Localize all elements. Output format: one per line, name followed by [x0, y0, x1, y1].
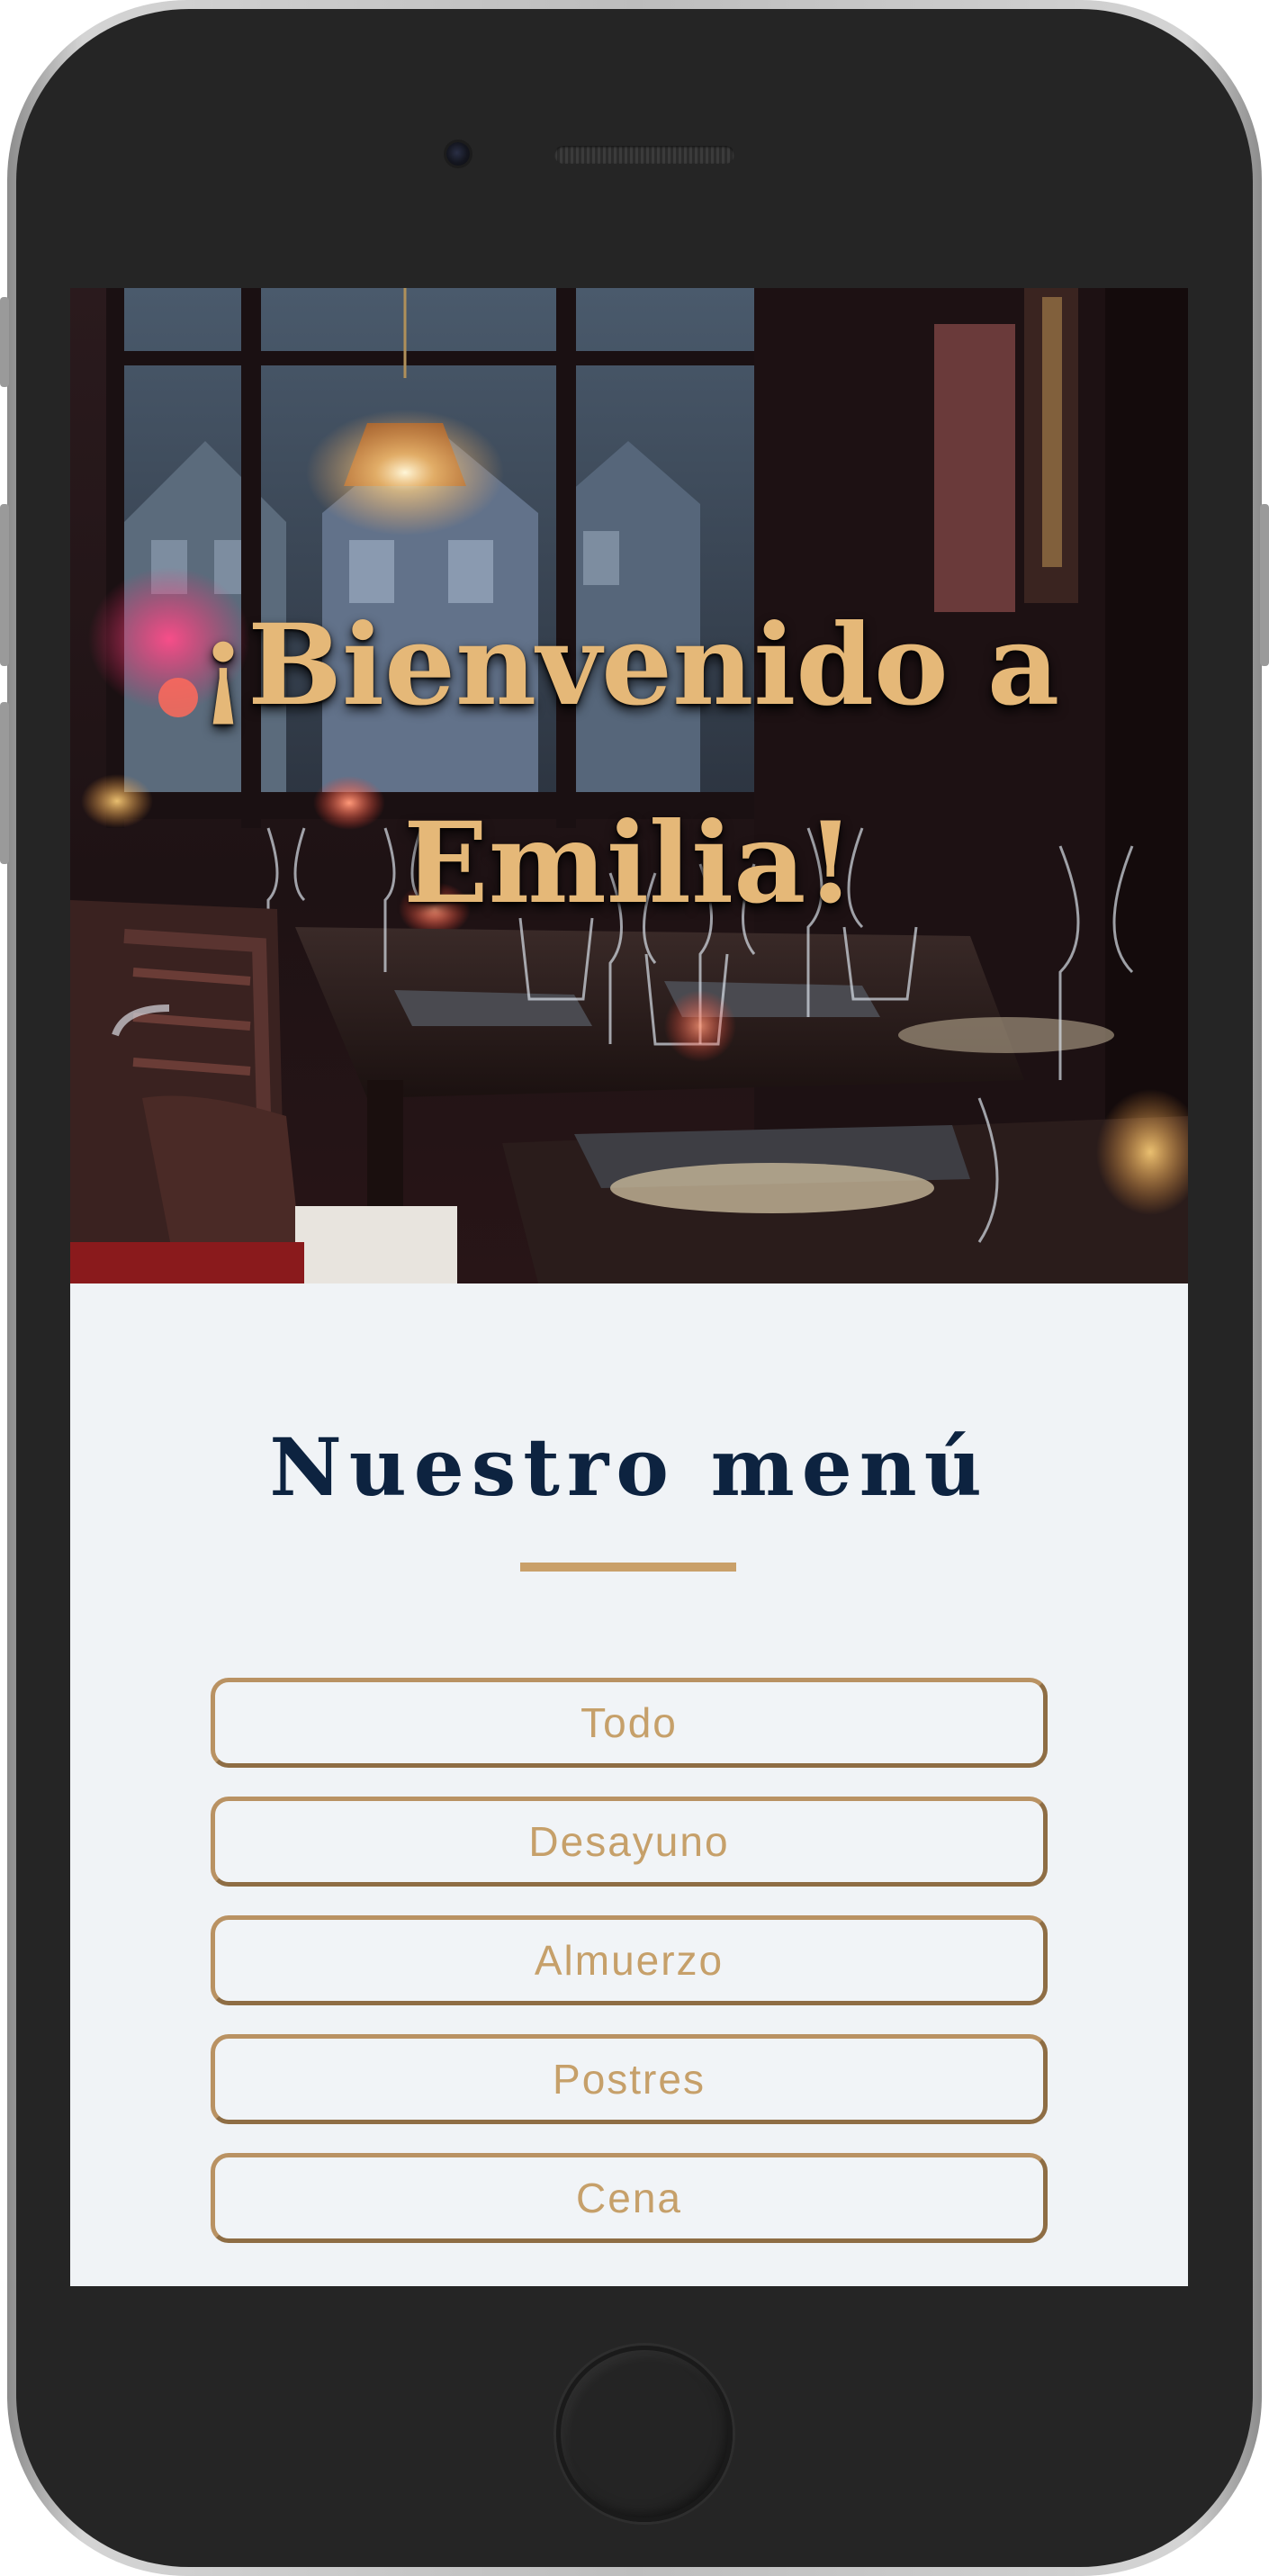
menu-heading: Nuestro menú: [269, 1420, 989, 1514]
phone-frame: ¡Bienvenido a Emilia! Nuestro menú Todo …: [7, 0, 1262, 2576]
filter-button-postres[interactable]: Postres: [211, 2034, 1048, 2124]
hero-banner: ¡Bienvenido a Emilia!: [70, 288, 1188, 1283]
home-button-icon[interactable]: [556, 2346, 733, 2522]
filter-button-almuerzo[interactable]: Almuerzo: [211, 1915, 1048, 2005]
filter-button-desayuno[interactable]: Desayuno: [211, 1797, 1048, 1887]
power-button: [1260, 504, 1269, 666]
welcome-heading: ¡Bienvenido a Emilia!: [198, 600, 1060, 929]
mute-switch: [0, 297, 9, 387]
volume-up-button: [0, 504, 9, 666]
volume-down-button: [0, 702, 9, 864]
filter-button-cena[interactable]: Cena: [211, 2153, 1048, 2243]
front-camera-icon: [446, 142, 470, 166]
menu-heading-divider: [520, 1563, 736, 1572]
app-screen: ¡Bienvenido a Emilia! Nuestro menú Todo …: [70, 288, 1188, 2286]
filter-button-todo[interactable]: Todo: [211, 1678, 1048, 1768]
earpiece-speaker-icon: [554, 146, 734, 164]
phone-body: ¡Bienvenido a Emilia! Nuestro menú Todo …: [16, 9, 1253, 2567]
menu-filter-buttons: Todo Desayuno Almuerzo Postres Cena: [211, 1678, 1048, 2272]
